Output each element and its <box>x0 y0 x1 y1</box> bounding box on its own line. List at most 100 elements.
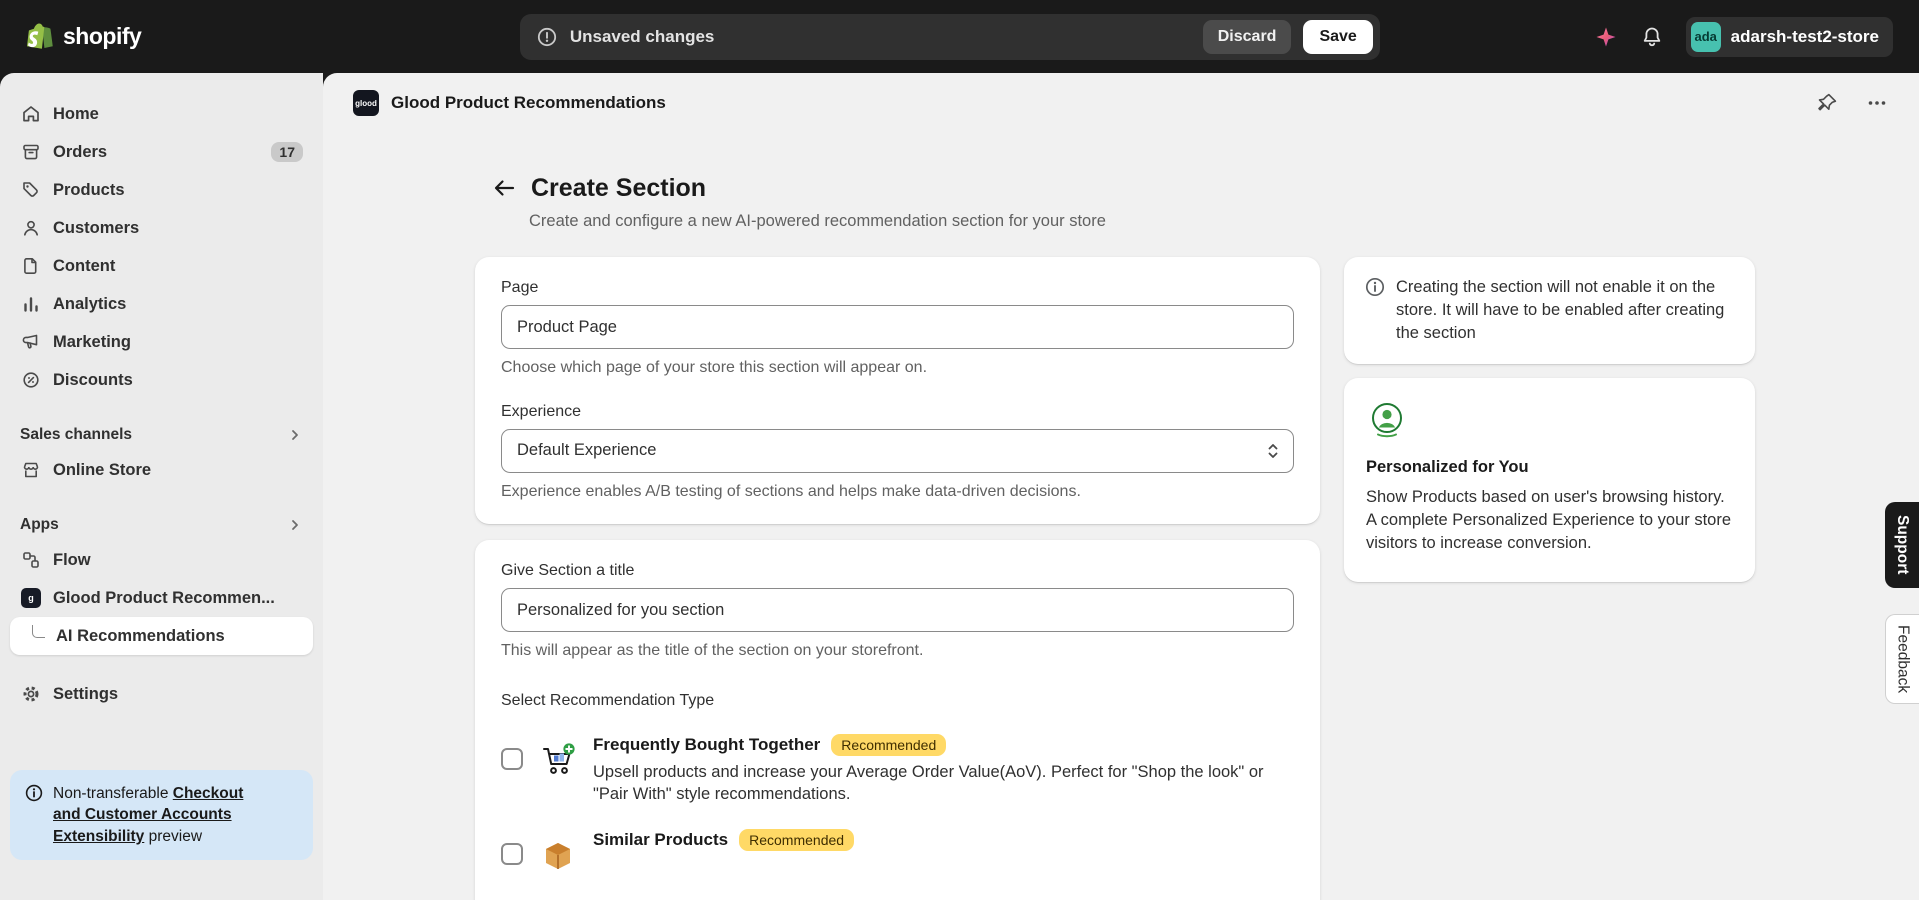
sidebar-item-online-store[interactable]: Online Store <box>10 451 313 489</box>
topbar-center: Unsaved changes Discard Save <box>326 13 1574 60</box>
glood-app-icon: g <box>20 588 42 608</box>
topbar-right: ada adarsh-test2-store <box>1594 16 1893 57</box>
option-frequently-bought-together: Frequently Bought Together Recommended U… <box>501 733 1294 806</box>
analytics-bars-icon <box>20 294 42 314</box>
frequently-bought-together-checkbox[interactable] <box>501 747 523 770</box>
enable-info-text: Creating the section will not enable it … <box>1396 278 1725 343</box>
option-description: Upsell products and increase your Averag… <box>593 762 1264 804</box>
section-title-input[interactable] <box>501 588 1294 633</box>
back-button[interactable] <box>491 175 517 201</box>
sidebar-item-products[interactable]: Products <box>10 171 313 209</box>
sidebar: Home Orders 17 Products Customers Conten… <box>0 73 323 900</box>
sidebar-item-discounts[interactable]: Discounts <box>10 361 313 399</box>
section-config-card: Give Section a title This will appear as… <box>475 540 1320 900</box>
sidebar-item-customers[interactable]: Customers <box>10 209 313 247</box>
sidebar-item-label: Products <box>53 180 125 199</box>
store-name: adarsh-test2-store <box>1730 26 1879 46</box>
marketing-megaphone-icon <box>20 332 42 352</box>
avatar: ada <box>1690 21 1721 52</box>
cart-icon <box>538 740 578 780</box>
box-icon <box>538 835 578 875</box>
option-title: Similar Products <box>593 830 729 850</box>
notice-text: Non-transferable Checkout and Customer A… <box>53 783 263 847</box>
orders-icon <box>20 142 42 162</box>
sidebar-item-marketing[interactable]: Marketing <box>10 323 313 361</box>
sidekick-icon[interactable] <box>1594 25 1618 49</box>
orders-count-badge: 17 <box>271 142 303 162</box>
brand-name: shopify <box>63 23 142 49</box>
info-icon <box>1364 276 1386 345</box>
similar-products-checkbox[interactable] <box>501 843 523 866</box>
experience-select[interactable]: Default Experience <box>501 428 1294 473</box>
select-stepper-icon <box>1266 440 1280 462</box>
topbar: shopify Unsaved changes Discard Save ada… <box>0 0 1919 73</box>
recommended-badge: Recommended <box>831 733 947 756</box>
extensibility-notice: Non-transferable Checkout and Customer A… <box>10 769 313 860</box>
sidebar-item-label: Content <box>53 256 116 275</box>
sidebar-item-ai-recommendations[interactable]: AI Recommendations <box>10 617 313 655</box>
discard-button[interactable]: Discard <box>1202 19 1292 54</box>
sidebar-item-analytics[interactable]: Analytics <box>10 285 313 323</box>
personalized-for-you-card: Personalized for You Show Products based… <box>1344 378 1755 582</box>
sidebar-item-label: Customers <box>53 218 140 237</box>
option-title: Frequently Bought Together <box>593 734 821 754</box>
notice-tail: preview <box>144 827 203 845</box>
option-text: Similar Products Recommended <box>593 829 855 852</box>
sidebar-item-label: Glood Product Recommen... <box>53 588 275 607</box>
pin-icon[interactable] <box>1815 91 1839 115</box>
content-file-icon <box>20 256 42 276</box>
unsaved-changes-bar: Unsaved changes Discard Save <box>519 13 1380 60</box>
notice-lead: Non-transferable <box>53 784 173 802</box>
page-input[interactable] <box>501 305 1294 349</box>
more-actions-icon[interactable] <box>1865 91 1889 115</box>
sales-channels-label: Sales channels <box>20 426 133 443</box>
unsaved-changes-text: Unsaved changes <box>569 26 715 46</box>
sidebar-item-label: Online Store <box>53 460 152 479</box>
chevron-right-icon <box>287 517 303 533</box>
shopify-admin: shopify Unsaved changes Discard Save ada… <box>0 0 1919 900</box>
page-subtitle: Create and configure a new AI-powered re… <box>529 212 1106 230</box>
sidebar-item-label: Home <box>53 104 99 123</box>
section-title-help: This will appear as the title of the sec… <box>501 642 924 660</box>
glood-app-icon: glood <box>353 90 379 116</box>
main-content: glood Glood Product Recommendations Crea… <box>323 73 1919 900</box>
shopify-bag-icon <box>26 22 54 52</box>
notifications-bell-icon[interactable] <box>1640 25 1664 49</box>
shopify-home-link[interactable]: shopify <box>26 22 326 52</box>
chevron-right-icon <box>287 427 303 443</box>
store-account-button[interactable]: ada adarsh-test2-store <box>1685 16 1893 57</box>
apps-header[interactable]: Apps <box>10 509 313 541</box>
feedback-tab[interactable]: Feedback <box>1885 614 1919 704</box>
recommendation-type-label: Select Recommendation Type <box>501 691 715 709</box>
experience-field-label: Experience <box>501 402 582 420</box>
support-tab[interactable]: Support <box>1885 502 1919 588</box>
sidebar-item-label: AI Recommendations <box>56 626 225 645</box>
sidebar-item-glood-app[interactable]: g Glood Product Recommen... <box>10 579 313 617</box>
app-header: glood Glood Product Recommendations <box>323 73 1919 133</box>
experience-selected-value: Default Experience <box>517 441 657 460</box>
sidebar-item-label: Settings <box>53 684 119 703</box>
page-help-text: Choose which page of your store this sec… <box>501 359 928 376</box>
page-field-label: Page <box>501 279 539 296</box>
page-title: Create Section <box>531 174 707 202</box>
page-content: Create Section Create and configure a ne… <box>323 133 1919 900</box>
online-store-icon <box>20 460 42 480</box>
sidebar-item-label: Flow <box>53 550 91 569</box>
apps-label: Apps <box>20 516 59 533</box>
sidebar-item-flow[interactable]: Flow <box>10 541 313 579</box>
section-title-label: Give Section a title <box>501 562 635 580</box>
app-title: Glood Product Recommendations <box>391 93 666 112</box>
sidebar-item-settings[interactable]: Settings <box>10 675 313 713</box>
sidebar-item-label: Discounts <box>53 370 133 389</box>
sidebar-item-orders[interactable]: Orders 17 <box>10 133 313 171</box>
enable-info-card: Creating the section will not enable it … <box>1344 257 1755 365</box>
personalized-person-icon <box>1366 400 1733 442</box>
recommended-badge: Recommended <box>739 829 855 852</box>
discounts-percent-icon <box>20 370 42 390</box>
sales-channels-header[interactable]: Sales channels <box>10 419 313 451</box>
sidebar-item-label: Marketing <box>53 332 131 351</box>
products-tag-icon <box>20 180 42 200</box>
sidebar-item-content[interactable]: Content <box>10 247 313 285</box>
sidebar-item-home[interactable]: Home <box>10 95 313 133</box>
save-button[interactable]: Save <box>1303 19 1373 54</box>
